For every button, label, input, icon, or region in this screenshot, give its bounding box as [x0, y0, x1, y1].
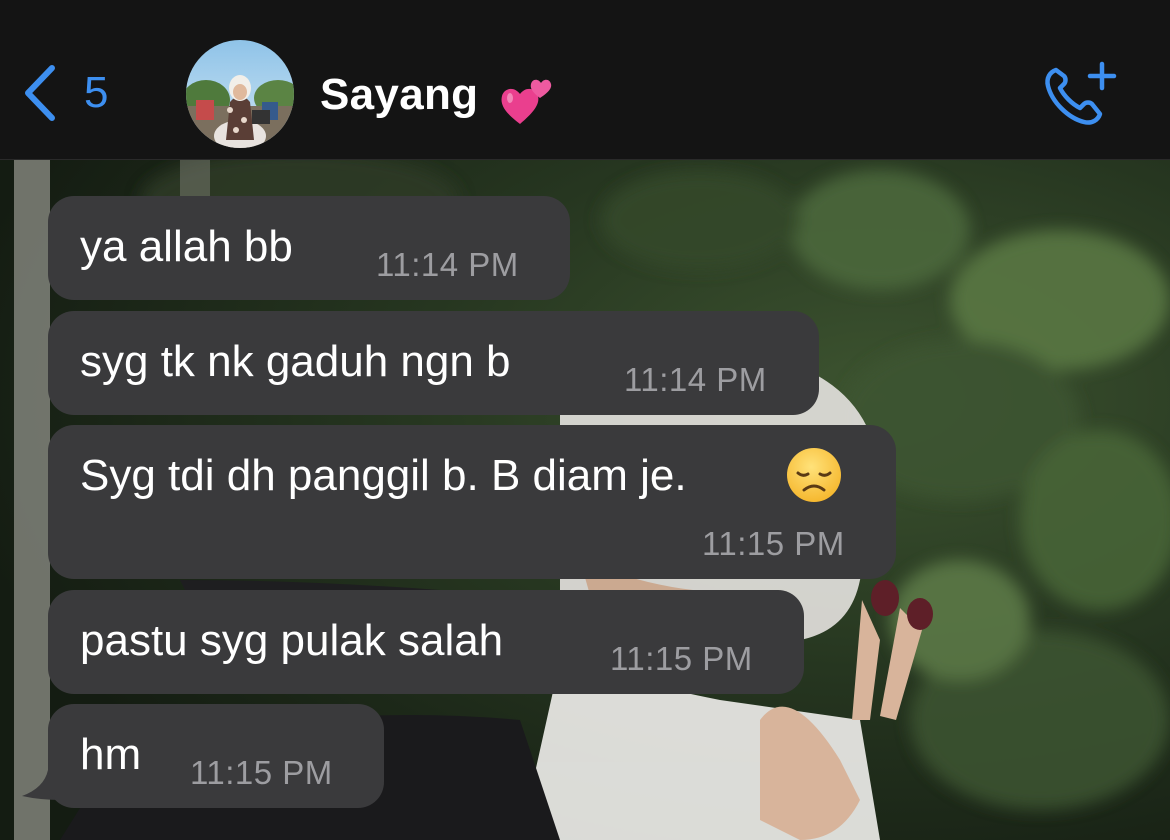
unread-count: 5	[84, 68, 109, 117]
contact-avatar[interactable]	[186, 40, 294, 148]
add-call-button[interactable]	[1042, 58, 1118, 128]
chat-header: 5 Sayang	[0, 0, 1170, 160]
message-text: hm	[80, 730, 142, 779]
chevron-left-icon	[25, 65, 55, 121]
message-bubble[interactable]: pastu syg pulak salah 11:15 PM	[48, 590, 804, 694]
message-timestamp: 11:14 PM	[624, 361, 767, 398]
message-bubble[interactable]: ya allah bb 11:14 PM	[48, 196, 570, 300]
disappointed-face-emoji	[787, 448, 841, 502]
add-call-icon	[1045, 61, 1117, 125]
message-bubble[interactable]: syg tk nk gaduh ngn b 11:14 PM	[48, 311, 819, 415]
message-text: pastu syg pulak salah	[80, 616, 504, 665]
message-timestamp: 11:14 PM	[376, 246, 519, 283]
message-timestamp: 11:15 PM	[702, 525, 845, 562]
message-text: syg tk nk gaduh ngn b	[80, 337, 511, 386]
message-text: Syg tdi dh panggil b. B diam je.	[80, 451, 687, 500]
message-bubble[interactable]: hm 11:15 PM	[48, 704, 384, 808]
contact-name[interactable]: Sayang	[320, 70, 478, 120]
two-hearts-emoji	[501, 79, 552, 124]
message-bubble[interactable]: Syg tdi dh panggil b. B diam je. 11:15 P…	[48, 425, 896, 579]
back-button[interactable]: 5	[22, 58, 142, 128]
message-timestamp: 11:15 PM	[610, 640, 753, 677]
message-timestamp: 11:15 PM	[190, 754, 333, 791]
message-text: ya allah bb	[80, 222, 293, 271]
